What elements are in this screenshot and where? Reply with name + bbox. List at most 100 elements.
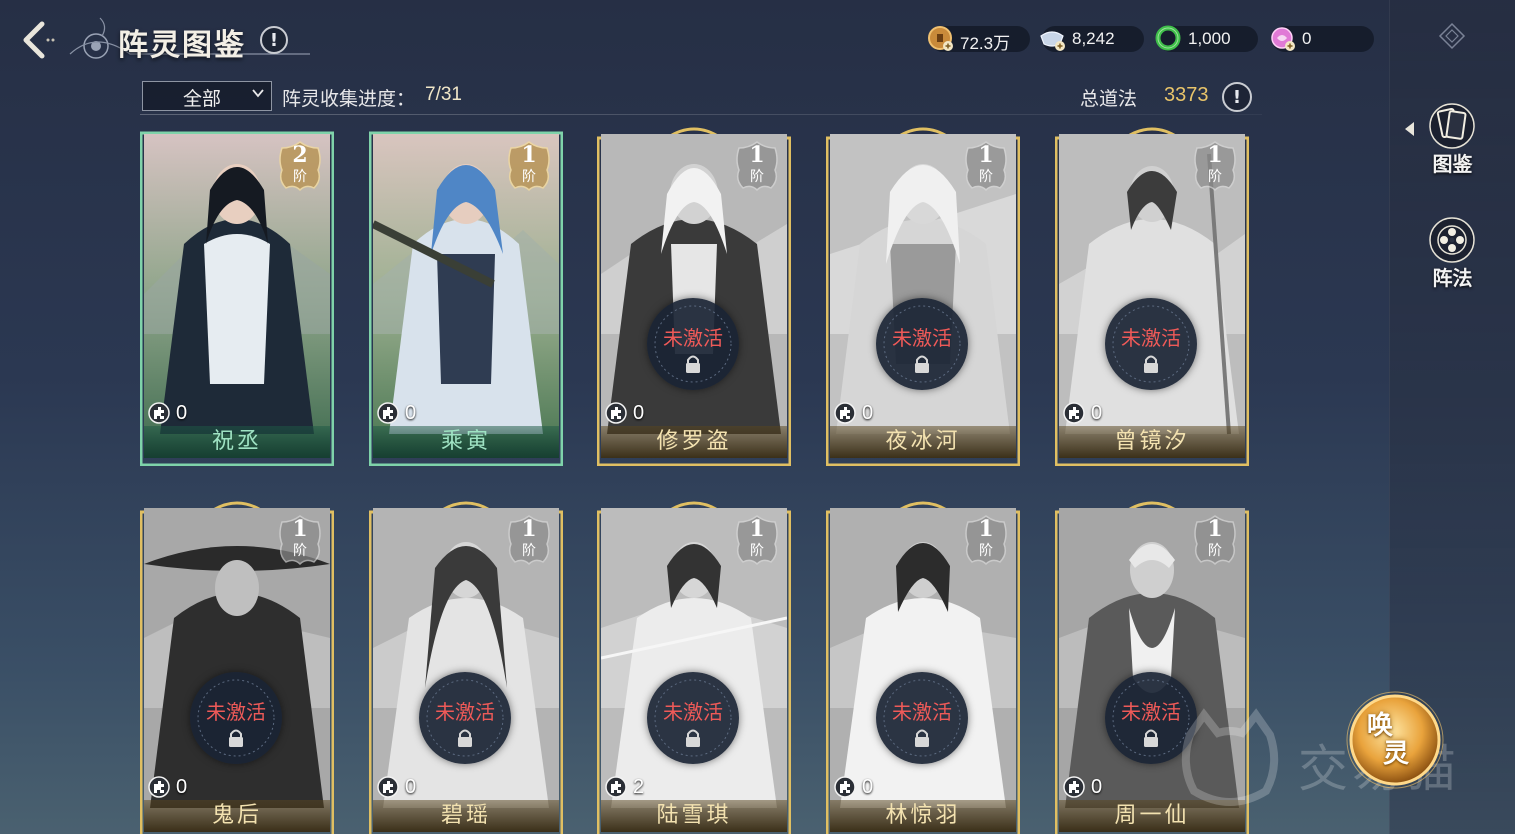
page-title: 阵灵图鉴: [118, 28, 246, 63]
fragment-count: 0: [1063, 776, 1143, 800]
jade-ring-icon: [1155, 25, 1181, 51]
total-daofa-value: 3373: [1164, 84, 1209, 106]
stage-unit: 阶: [750, 543, 764, 559]
currency-silver[interactable]: 8,242: [1040, 26, 1144, 52]
stage-number: 1: [749, 516, 765, 542]
lock-icon: [915, 355, 929, 373]
fragment-icon: [605, 776, 627, 798]
spirit-card[interactable]: 2 阶 0 祝丞: [140, 126, 334, 466]
card-name: 祝丞: [144, 426, 330, 458]
currency-spirit[interactable]: 0: [1271, 26, 1374, 52]
stage-number: 1: [1207, 516, 1223, 542]
pink-orb-icon: [1271, 27, 1295, 51]
title-info-button[interactable]: !: [260, 26, 288, 54]
card-name: 乘寅: [373, 426, 559, 458]
stage-unit: 阶: [979, 169, 993, 185]
watermark-logo: 交易猫: [1170, 705, 1500, 815]
inactive-label: 未激活: [663, 326, 723, 350]
total-info-button[interactable]: !: [1222, 82, 1252, 112]
currency-jade-value: 1,000: [1188, 29, 1231, 48]
stage-unit: 阶: [522, 543, 536, 559]
inactive-overlay: 未激活: [876, 298, 968, 390]
spirit-card[interactable]: 1 阶 未激活 0 林惊羽: [826, 500, 1020, 834]
fragment-icon: [605, 402, 627, 424]
stage-badge: 1 阶: [1193, 140, 1237, 192]
summon-button[interactable]: 唤灵: [1345, 690, 1445, 790]
tab-formation-label: 阵法: [1432, 266, 1473, 290]
card-name: 鬼后: [144, 800, 330, 832]
lock-icon: [1144, 729, 1158, 747]
stage-unit: 阶: [979, 543, 993, 559]
spirit-card[interactable]: 1 阶 未激活 0 曾镜汐: [1055, 126, 1249, 466]
fragment-count-value: 0: [633, 402, 645, 424]
fragment-icon: [148, 402, 170, 424]
currency-copper[interactable]: 72.3万: [928, 26, 1030, 53]
spirit-card[interactable]: 1 阶 未激活 0 鬼后: [140, 500, 334, 834]
stage-number: 1: [978, 516, 994, 542]
lock-icon: [686, 729, 700, 747]
card-name: 修罗盗: [601, 426, 787, 458]
stage-unit: 阶: [1208, 169, 1222, 185]
currency-silver-value: 8,242: [1072, 29, 1115, 48]
stage-number: 2: [292, 142, 308, 168]
stage-unit: 阶: [522, 169, 536, 185]
spirit-card[interactable]: 1 阶 未激活 2 陆雪琪: [597, 500, 791, 834]
fragment-count: 0: [834, 776, 914, 800]
inactive-overlay: 未激活: [647, 298, 739, 390]
filter-dropdown-value: 全部: [183, 88, 222, 110]
stage-number: 1: [292, 516, 308, 542]
fragment-count-value: 0: [862, 402, 874, 424]
fragment-icon: [377, 776, 399, 798]
spirit-card[interactable]: 1 阶 未激活 0 碧瑶: [369, 500, 563, 834]
formation-flower-icon: [1429, 217, 1475, 263]
fragment-count-value: 0: [176, 402, 188, 424]
stage-number: 1: [521, 516, 537, 542]
lock-icon: [458, 729, 472, 747]
fragment-count-value: 2: [633, 776, 645, 798]
top-bar: 阵灵图鉴 ! 72.3万 8,242 1,000 0: [0, 0, 1400, 80]
stage-number: 1: [1207, 142, 1223, 168]
fragment-count: 0: [834, 402, 914, 426]
currency-spirit-value: 0: [1302, 29, 1312, 48]
fragment-count-value: 0: [405, 776, 417, 798]
currency-jade[interactable]: 1,000: [1155, 25, 1258, 52]
fragment-icon: [1063, 776, 1085, 798]
card-name: 陆雪琪: [601, 800, 787, 832]
fragment-count: 0: [377, 402, 457, 426]
stage-badge: 1 阶: [1193, 514, 1237, 566]
fragment-icon: [148, 776, 170, 798]
fragment-icon: [377, 402, 399, 424]
fragment-icon: [834, 776, 856, 798]
stage-number: 1: [521, 142, 537, 168]
stage-badge: 1 阶: [278, 514, 322, 566]
summon-label-bottom: 灵: [1383, 739, 1410, 769]
lock-icon: [915, 729, 929, 747]
inactive-overlay: 未激活: [190, 672, 282, 764]
fragment-count-value: 0: [405, 402, 417, 424]
tab-formation[interactable]: 阵法: [1390, 214, 1515, 304]
currency-copper-value: 72.3万: [960, 34, 1011, 53]
filter-dropdown[interactable]: 全部: [142, 81, 272, 111]
copper-coin-icon: [928, 26, 953, 51]
collection-progress-value: 7/31: [425, 84, 462, 105]
stage-badge: 1 阶: [735, 514, 779, 566]
chevron-down-icon: [252, 89, 264, 98]
summon-label: 唤灵: [1367, 712, 1409, 768]
fragment-count: 0: [377, 776, 457, 800]
lock-icon: [229, 729, 243, 747]
spirit-card[interactable]: 1 阶 0 乘寅: [369, 126, 563, 466]
fragment-icon: [1063, 402, 1085, 424]
inactive-label: 未激活: [1121, 326, 1181, 350]
stage-unit: 阶: [293, 169, 307, 185]
fragment-count: 0: [148, 402, 228, 426]
spirit-card[interactable]: 1 阶 未激活 0 修罗盗: [597, 126, 791, 466]
inactive-label: 未激活: [892, 326, 952, 350]
total-daofa-label: 总道法: [1080, 88, 1138, 110]
fragment-count: 0: [605, 402, 685, 426]
card-name: 曾镜汐: [1059, 426, 1245, 458]
stage-unit: 阶: [1208, 543, 1222, 559]
tab-collection[interactable]: 图鉴: [1390, 100, 1515, 190]
spirit-card[interactable]: 1 阶 未激活 0 夜冰河: [826, 126, 1020, 466]
card-name: 碧瑶: [373, 800, 559, 832]
back-arrow-icon[interactable]: [14, 18, 58, 62]
